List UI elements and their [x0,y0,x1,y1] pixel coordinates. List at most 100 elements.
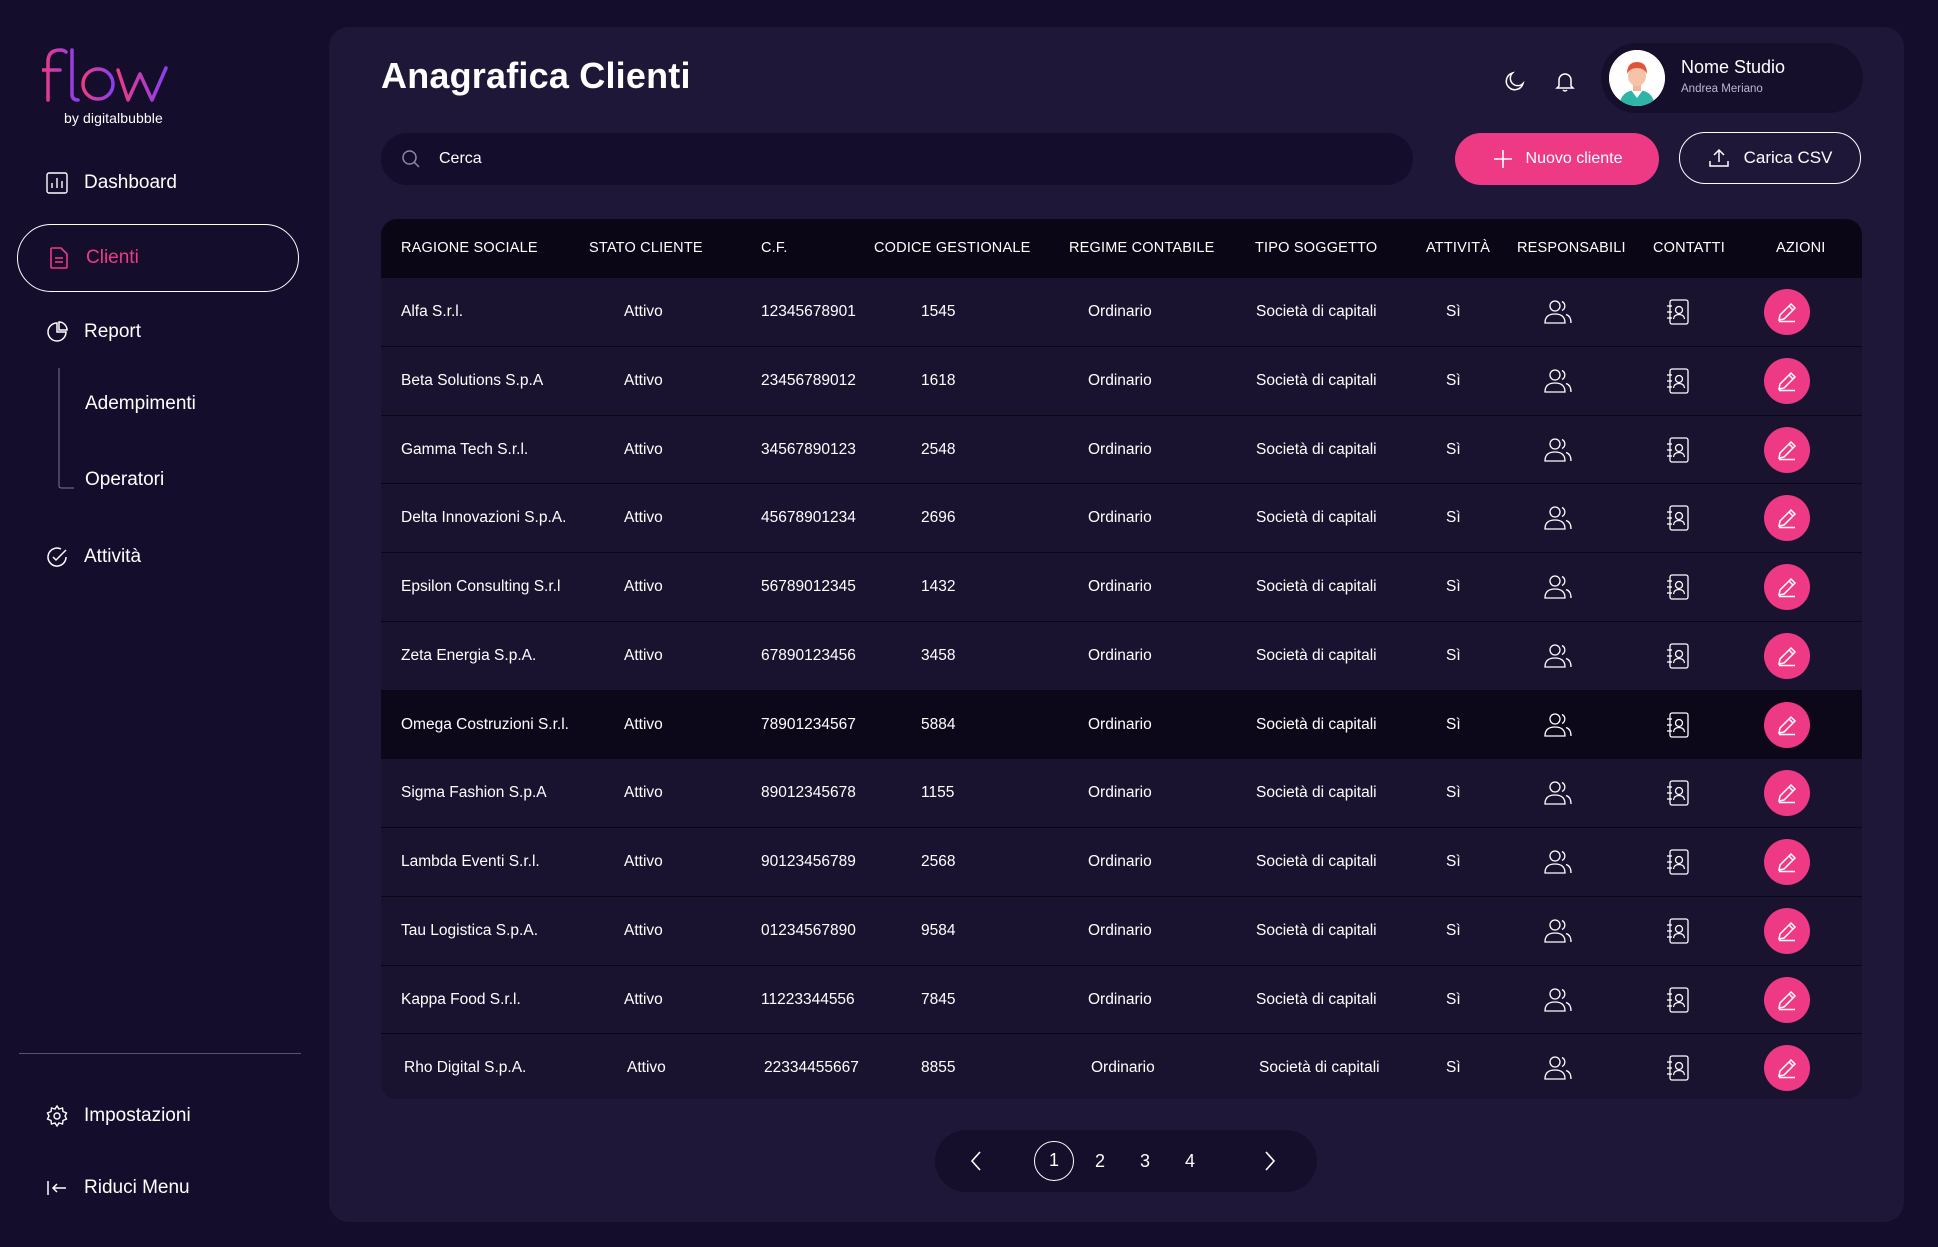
edit-pencil-icon[interactable] [1764,564,1810,610]
edit-pencil-icon[interactable] [1764,770,1810,817]
pagination: 1 2 3 4 [935,1130,1317,1192]
table-row[interactable]: Sigma Fashion S.p.A Attivo 89012345678 1155… [381,758,1862,827]
collapse-menu-button[interactable]: Riduci Menu [44,1168,190,1208]
page-button-1[interactable]: 1 [1034,1141,1074,1181]
check-circle-icon [44,544,70,570]
edit-button[interactable] [1752,828,1822,896]
column-header[interactable]: RESPONSABILI [1517,219,1626,277]
search-bar[interactable] [381,133,1413,185]
users-icon[interactable] [1523,966,1593,1034]
edit-pencil-icon[interactable] [1764,701,1810,748]
upload-csv-button[interactable]: Carica CSV [1679,132,1861,184]
edit-pencil-icon[interactable] [1764,495,1810,542]
column-header[interactable]: STATO CLIENTE [589,219,703,277]
page-button-4[interactable]: 4 [1170,1141,1210,1181]
table-row[interactable]: Alfa S.r.l. Attivo 12345678901 1545 Ordinari… [381,277,1862,346]
contact-book-icon[interactable] [1643,828,1713,896]
edit-button[interactable] [1752,966,1822,1034]
users-icon[interactable] [1523,828,1593,896]
contact-book-icon[interactable] [1643,897,1713,965]
users-icon[interactable] [1523,553,1593,621]
users-icon[interactable] [1523,622,1593,690]
edit-button[interactable] [1752,759,1822,827]
contact-book-icon[interactable] [1643,416,1713,484]
users-icon[interactable] [1523,484,1593,552]
table-row[interactable]: Epsilon Consulting S.r.l Attivo 5678901234… [381,552,1862,621]
edit-button[interactable] [1752,484,1822,552]
table-row[interactable]: Kappa Food S.r.l. Attivo 11223344556 7845 Or… [381,964,1862,1034]
sidebar-item-clienti[interactable]: Clienti [17,224,299,292]
cell-tipo-soggetto: Società di capitali [1256,440,1377,458]
users-icon[interactable] [1523,1034,1593,1099]
contact-book-icon[interactable] [1643,966,1713,1034]
column-header[interactable]: RAGIONE SOCIALE [401,219,538,277]
users-icon[interactable] [1523,416,1593,484]
cell-codice-gestionale: 8855 [921,1059,956,1077]
edit-pencil-icon[interactable] [1764,839,1810,885]
page-button-2[interactable]: 2 [1080,1141,1120,1181]
users-icon[interactable] [1523,278,1593,346]
column-header[interactable]: CODICE GESTIONALE [874,219,1031,277]
column-header[interactable]: CONTATTI [1653,219,1725,277]
cell-cf: 12345678901 [761,303,856,320]
sidebar-item-operatori[interactable]: Operatori [85,469,164,491]
table-row[interactable]: Delta Innovazioni S.p.A. Attivo 4567890123… [381,483,1862,552]
next-page-button[interactable] [1257,1148,1283,1174]
column-header[interactable]: TIPO SOGGETTO [1255,219,1377,277]
users-icon[interactable] [1523,347,1593,415]
table-row[interactable]: Omega Costruzioni S.r.l. Attivo 7890123456… [381,689,1862,759]
sidebar-item-attivita[interactable]: Attività [44,537,141,577]
contact-book-icon[interactable] [1643,1034,1713,1099]
users-icon[interactable] [1523,691,1593,759]
edit-pencil-icon[interactable] [1764,1045,1810,1092]
edit-pencil-icon[interactable] [1764,426,1810,473]
edit-button[interactable] [1752,691,1822,759]
contact-book-icon[interactable] [1643,484,1713,552]
moon-icon[interactable] [1499,65,1531,97]
contact-book-icon[interactable] [1643,759,1713,827]
users-icon[interactable] [1523,897,1593,965]
table-row[interactable]: Rho Digital S.p.A. Attivo 22334455667 8855 O… [381,1033,1862,1099]
new-client-button[interactable]: Nuovo cliente [1455,133,1659,185]
edit-button[interactable] [1752,278,1822,346]
edit-button[interactable] [1752,416,1822,484]
edit-pencil-icon[interactable] [1764,976,1810,1023]
edit-pencil-icon[interactable] [1764,357,1810,404]
column-header[interactable]: REGIME CONTABILE [1069,219,1215,277]
edit-button[interactable] [1752,347,1822,415]
table-row[interactable]: Tau Logistica S.p.A. Attivo 01234567890 958… [381,895,1862,965]
table-row[interactable]: Zeta Energia S.p.A. Attivo 67890123456 3458… [381,620,1862,690]
column-header[interactable]: AZIONI [1776,219,1826,277]
contact-book-icon[interactable] [1643,347,1713,415]
table-row[interactable]: Lambda Eventi S.r.l. Attivo 90123456789 256… [381,827,1862,896]
sidebar-item-report[interactable]: Report [44,312,141,352]
edit-pencil-icon[interactable] [1764,632,1810,679]
contact-book-icon[interactable] [1643,622,1713,690]
cell-attivita: Sì [1446,509,1461,527]
cell-codice-gestionale: 2568 [921,853,956,870]
page-button-3[interactable]: 3 [1125,1141,1165,1181]
cell-codice-gestionale: 5884 [921,715,956,733]
edit-button[interactable] [1752,897,1822,965]
edit-button[interactable] [1752,622,1822,690]
column-header[interactable]: C.F. [761,219,788,277]
sidebar-item-dashboard[interactable]: Dashboard [44,163,177,203]
edit-button[interactable] [1752,1034,1822,1099]
sidebar-item-impostazioni[interactable]: Impostazioni [44,1096,191,1136]
edit-pencil-icon[interactable] [1764,907,1810,954]
prev-page-button[interactable] [963,1148,989,1174]
contact-book-icon[interactable] [1643,691,1713,759]
contact-book-icon[interactable] [1643,278,1713,346]
profile-name: Nome Studio [1681,57,1786,77]
search-input[interactable] [437,149,1341,169]
edit-pencil-icon[interactable] [1764,289,1810,335]
edit-button[interactable] [1752,553,1822,621]
users-icon[interactable] [1523,759,1593,827]
contact-book-icon[interactable] [1643,553,1713,621]
column-header[interactable]: ATTIVITÀ [1426,219,1490,277]
table-row[interactable]: Beta Solutions S.p.A Attivo 23456789012 161… [381,345,1862,415]
table-row[interactable]: Gamma Tech S.r.l. Attivo 34567890123 2548 Or… [381,414,1862,484]
bell-icon[interactable] [1549,65,1581,97]
sidebar-item-adempimenti[interactable]: Adempimenti [85,393,196,415]
user-profile[interactable]: Nome Studio Andrea Meriano [1601,43,1863,113]
